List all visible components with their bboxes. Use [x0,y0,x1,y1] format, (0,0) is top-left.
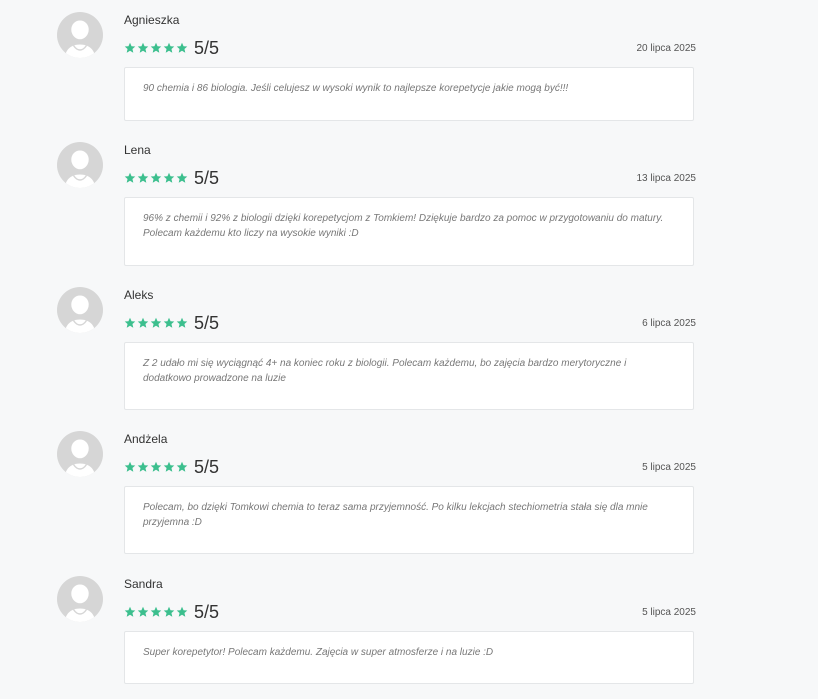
comment-box: 90 chemia i 86 biologia. Jeśli celujesz … [124,67,694,121]
user-avatar-icon [57,142,103,188]
star-icon [124,42,136,54]
star-icon [124,317,136,329]
user-avatar-icon [57,287,103,333]
comment-box: Z 2 udało mi się wyciągnąć 4+ na koniec … [124,342,694,410]
reviewer-name: Andżela [124,432,168,446]
rating-score: 5/5 [194,457,220,477]
comment-box: Super korepetytor! Polecam każdemu. Zaję… [124,631,694,684]
rating-score: 5/5 [194,313,220,333]
user-avatar-icon [57,431,103,477]
reviewer-name: Sandra [124,577,163,591]
user-avatar-icon [57,576,103,622]
review-date: 6 lipca 2025 [642,318,696,329]
rating: 5/5 [124,457,219,477]
star-icon [150,317,162,329]
star-icon [137,172,149,184]
star-icon [124,606,136,618]
review-comment: Polecam, bo dzięki Tomkowi chemia to ter… [143,502,648,528]
star-icon [137,606,149,618]
star-icon [163,317,175,329]
star-icon [150,606,162,618]
star-icon [163,606,175,618]
star-rating [124,606,188,618]
review-comment: Super korepetytor! Polecam każdemu. Zaję… [143,647,494,658]
rating: 5/5 [124,602,219,622]
star-icon [150,172,162,184]
rating-score: 5/5 [194,168,220,188]
review-comment: Z 2 udało mi się wyciągnąć 4+ na koniec … [143,358,627,384]
star-icon [124,172,136,184]
review-comment: 90 chemia i 86 biologia. Jeśli celujesz … [143,83,569,94]
star-rating [124,42,188,54]
star-icon [176,461,188,473]
comment-box: Polecam, bo dzięki Tomkowi chemia to ter… [124,486,694,554]
star-icon [176,606,188,618]
review-date: 20 lipca 2025 [636,43,697,54]
star-rating [124,172,188,184]
reviewer-name: Aleks [124,288,154,302]
star-icon [163,172,175,184]
review-date: 13 lipca 2025 [636,173,697,184]
star-rating [124,461,188,473]
star-icon [150,461,162,473]
reviewer-name: Agnieszka [124,13,180,27]
star-icon [150,42,162,54]
review-comment: 96% z chemii i 92% z biologii dzięki kor… [143,213,664,239]
star-icon [124,461,136,473]
review-date: 5 lipca 2025 [642,607,696,618]
star-rating [124,317,188,329]
reviewer-name: Lena [124,143,151,157]
rating-score: 5/5 [194,602,220,622]
star-icon [176,42,188,54]
star-icon [137,42,149,54]
star-icon [137,461,149,473]
rating: 5/5 [124,38,219,58]
star-icon [163,461,175,473]
review-date: 5 lipca 2025 [642,462,696,473]
user-avatar-icon [57,12,103,58]
reviews-list: Agnieszka 5/5 20 lipca 2025 90 chemia i … [0,0,818,699]
comment-box: 96% z chemii i 92% z biologii dzięki kor… [124,197,694,266]
star-icon [176,317,188,329]
star-icon [176,172,188,184]
star-icon [137,317,149,329]
rating: 5/5 [124,313,219,333]
rating-score: 5/5 [194,38,220,58]
star-icon [163,42,175,54]
rating: 5/5 [124,168,219,188]
